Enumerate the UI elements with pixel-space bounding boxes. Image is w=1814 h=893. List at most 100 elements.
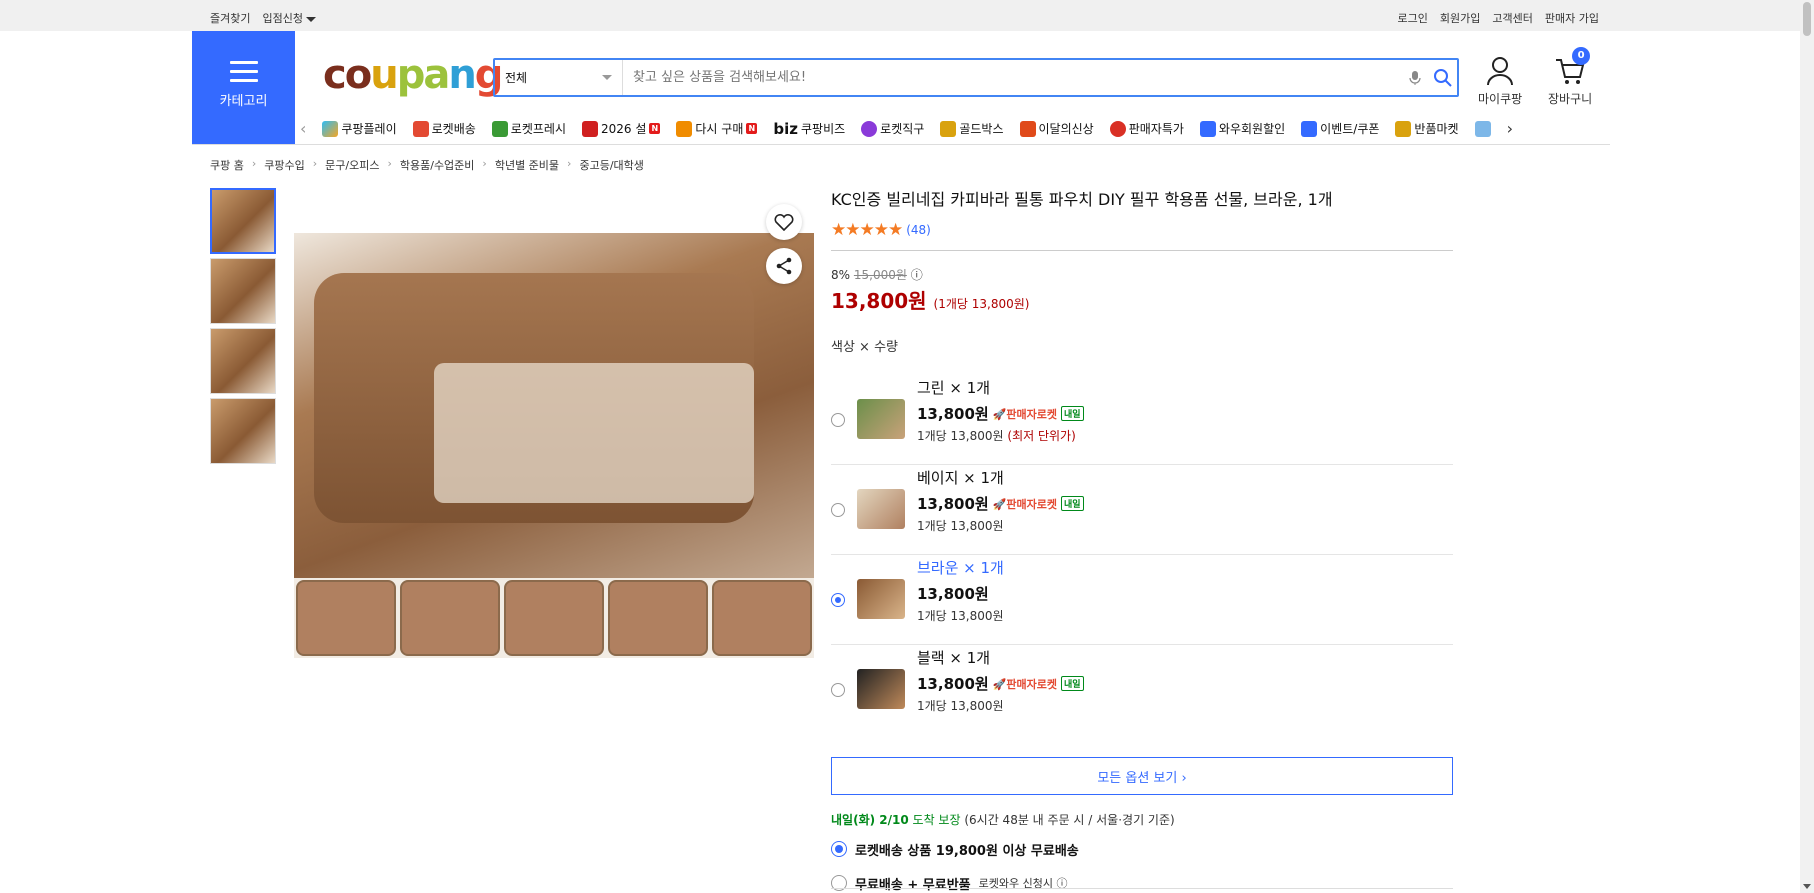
catnav-item-rocketfresh[interactable]: 로켓프레시 [491, 120, 566, 137]
caret-down-icon [305, 16, 316, 22]
breadcrumb-item[interactable]: 쿠팡 홈 [210, 157, 244, 173]
product-thumbnail[interactable] [210, 258, 276, 324]
option-price-row: 13,800원 🚀판매자로켓 내일 [917, 493, 1084, 514]
page-scrollbar[interactable] [1800, 0, 1814, 893]
product-thumbnail[interactable] [210, 328, 276, 394]
seller-rocket-badge: 🚀판매자로켓 [992, 497, 1057, 511]
cart-button[interactable]: 0 장바구니 [1548, 47, 1592, 107]
catnav-label: 와우회원할인 [1218, 122, 1286, 136]
option-unit-price: 1개당 13,800원 (최저 단위가) [917, 429, 1076, 443]
breadcrumb-item[interactable]: 중고등/대학생 [579, 157, 643, 173]
shipping-option[interactable]: 로켓배송 상품 19,800원 이상 무료배송 [831, 836, 1453, 862]
category-menu-button[interactable]: 카테고리 [192, 31, 295, 145]
user-icon [1487, 57, 1514, 86]
main-product-image[interactable] [294, 233, 814, 658]
catnav-item-wow[interactable]: 와우회원할인 [1199, 120, 1286, 137]
customer-center-link[interactable]: 고객센터 [1492, 10, 1532, 26]
search-category-select[interactable]: 전체 [495, 60, 623, 95]
option-thumbnail [857, 399, 905, 439]
catnav-item-global[interactable]: 로켓직구 [861, 120, 924, 137]
vendor-apply-link[interactable]: 입점신청 [262, 10, 316, 26]
option-price: 13,800원 [917, 675, 989, 693]
seller-signup-link[interactable]: 판매자 가입 [1545, 10, 1599, 26]
option-item-brown[interactable]: 브라운 × 1개 13,800원 1개당 13,800원 [831, 555, 1453, 645]
option-item-beige[interactable]: 베이지 × 1개 13,800원 🚀판매자로켓 내일 1개당 13,800원 [831, 465, 1453, 555]
delivery-info: 내일(화) 2/10 도착 보장 (6시간 48분 내 주문 시 / 서울⋅경기… [831, 811, 1453, 828]
more-category-icon [1474, 120, 1491, 137]
option-unit-price: 1개당 13,800원 [917, 699, 1004, 713]
share-button[interactable] [766, 248, 802, 284]
catnav-item-rebuy[interactable]: 다시 구매 N [676, 120, 758, 137]
search-category-value: 전체 [505, 71, 528, 85]
category-nav: ‹ 쿠팡플레이 로켓배송 로켓프레시 2026 설N 다시 구매 N biz 쿠팡비… [300, 114, 1610, 143]
view-all-options-button[interactable]: 모든 옵션 보기 › [831, 757, 1453, 795]
option-price: 13,800원 [917, 495, 989, 513]
percent-icon [1109, 120, 1126, 137]
catnav-item-seollal[interactable]: 2026 설N [581, 120, 661, 137]
search-icon[interactable] [1429, 64, 1457, 92]
bookmark-link[interactable]: 즐겨찾기 [210, 10, 250, 26]
gift-icon [581, 120, 598, 137]
review-count[interactable]: (48) [906, 223, 931, 237]
catnav-item-sellerdeal[interactable]: 판매자특가 [1109, 120, 1184, 137]
catnav-item-more[interactable] [1474, 120, 1491, 137]
catnav-label: 골드박스 [959, 122, 1004, 136]
breadcrumb: 쿠팡 홈 › 쿠팡수입 › 문구/오피스 › 학용품/수업준비 › 학년별 준비물 › 중… [210, 157, 644, 173]
option-radio[interactable] [831, 503, 845, 517]
catnav-item-biz[interactable]: biz 쿠팡비즈 [773, 120, 845, 138]
rating-row[interactable]: ★★★★★ (48) [831, 220, 1453, 240]
option-price-row: 13,800원 🚀판매자로켓 내일 [917, 673, 1084, 694]
catnav-item-rocket[interactable]: 로켓배송 [412, 120, 476, 137]
scrollbar-thumb[interactable] [1803, 2, 1811, 36]
sale-price: 13,800원 [831, 289, 927, 313]
catnav-item-returnmarket[interactable]: 반품마켓 [1395, 120, 1459, 137]
option-unit-price: 1개당 13,800원 [917, 519, 1004, 533]
product-thumbnail[interactable] [210, 398, 276, 464]
login-link[interactable]: 로그인 [1398, 10, 1428, 26]
catnav-label: 2026 설 [600, 122, 647, 136]
catnav-label: 로켓프레시 [510, 122, 566, 136]
search-input[interactable] [623, 60, 1401, 95]
breadcrumb-item[interactable]: 학년별 준비물 [495, 157, 559, 173]
option-thumbnail [857, 579, 905, 619]
vendor-apply-label: 입점신청 [262, 12, 303, 25]
option-item-black[interactable]: 블랙 × 1개 13,800원 🚀판매자로켓 내일 1개당 13,800원 [831, 645, 1453, 735]
heart-icon [774, 213, 794, 231]
shipping-option[interactable]: 무료배송 + 무료반품 로켓와우 신청시 ⓘ [831, 870, 1453, 893]
option-name: 베이지 × 1개 [917, 469, 1004, 487]
wishlist-heart-button[interactable] [766, 204, 802, 240]
catnav-item-goldbox[interactable]: 골드박스 [940, 120, 1004, 137]
mycoupang-button[interactable]: 마이쿠팡 [1478, 55, 1522, 107]
microphone-icon[interactable] [1401, 64, 1429, 92]
option-radio-selected[interactable] [831, 593, 845, 607]
new-badge: N [649, 123, 661, 134]
hamburger-icon [229, 61, 258, 82]
chevron-down-icon [602, 75, 612, 80]
catnav-item-newproduct[interactable]: 이달의신상 [1019, 120, 1094, 137]
catnav-label: 쿠팡비즈 [800, 122, 846, 136]
breadcrumb-item[interactable]: 학용품/수업준비 [400, 157, 475, 173]
sale-price-row: 13,800원 (1개당 13,800원) [831, 285, 1453, 314]
shipping-radio-selected[interactable] [831, 841, 847, 857]
cart-count-badge: 0 [1572, 47, 1591, 65]
scroll-down-arrow-icon[interactable] [1803, 884, 1811, 889]
chevron-left-icon[interactable]: ‹ [300, 119, 306, 138]
breadcrumb-item[interactable]: 문구/오피스 [325, 157, 379, 173]
catnav-item-event[interactable]: 이벤트/쿠폰 [1301, 120, 1379, 137]
coupang-logo[interactable]: coupang [323, 52, 503, 98]
option-radio[interactable] [831, 413, 845, 427]
catnav-item-coupangplay[interactable]: 쿠팡플레이 [322, 120, 397, 137]
chevron-right-icon[interactable]: › [1507, 119, 1513, 138]
product-title: KC인증 빌리네집 카피바라 필통 파우치 DIY 필꾸 학용품 선물, 브라운… [831, 190, 1333, 209]
option-item-green[interactable]: 그린 × 1개 13,800원 🚀판매자로켓 내일 1개당 13,800원 (최저 … [831, 375, 1453, 465]
product-thumbnail[interactable] [210, 188, 276, 254]
top-utility-bar: 즐겨찾기 입점신청 로그인 회원가입 고객센터 판매자 가입 [0, 0, 1814, 31]
catnav-label: 이벤트/쿠폰 [1320, 122, 1380, 136]
breadcrumb-item[interactable]: 쿠팡수입 [264, 157, 304, 173]
signup-link[interactable]: 회원가입 [1440, 10, 1480, 26]
shipping-label: 무료배송 + 무료반품 [855, 877, 971, 893]
tomorrow-badge: 내일 [1060, 676, 1084, 691]
new-badge: N [746, 123, 758, 134]
option-radio[interactable] [831, 683, 845, 697]
info-icon[interactable]: ⓘ [911, 268, 923, 282]
